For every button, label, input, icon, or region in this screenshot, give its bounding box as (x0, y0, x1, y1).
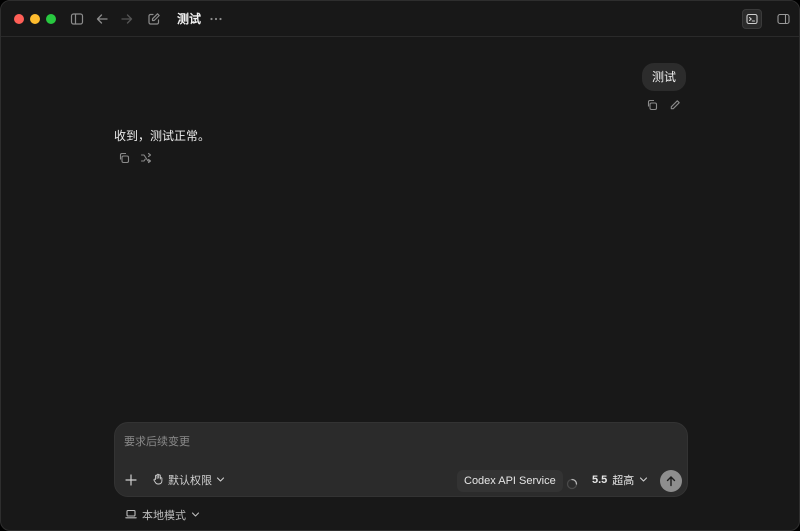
mode-label: 本地模式 (142, 509, 186, 522)
model-effort: 超高 (612, 474, 635, 487)
back-arrow-icon[interactable] (94, 11, 110, 27)
follow-up-input[interactable] (124, 431, 664, 451)
minimize-window-button[interactable] (30, 14, 40, 24)
forward-arrow-icon[interactable] (119, 11, 135, 27)
assistant-message: 收到，测试正常。 (114, 129, 211, 143)
copy-icon[interactable] (645, 98, 659, 112)
maximize-window-button[interactable] (46, 14, 56, 24)
local-mode-selector[interactable]: 本地模式 (125, 507, 200, 523)
laptop-icon (125, 508, 137, 523)
chevron-down-icon (191, 509, 200, 522)
chevron-down-icon (216, 474, 225, 487)
page-title: 测试 (177, 12, 202, 26)
service-chip[interactable]: Codex API Service (457, 470, 563, 492)
right-panel-button[interactable] (773, 9, 793, 29)
chevron-down-icon (639, 474, 648, 487)
right-panel-icon (776, 10, 790, 29)
permission-label: 默认权限 (168, 474, 212, 487)
composer: 默认权限 Codex API Service 5.5 超高 (114, 422, 688, 497)
sidebar-toggle-icon[interactable] (69, 11, 85, 27)
loading-spinner-icon (566, 475, 578, 490)
more-icon[interactable] (208, 11, 224, 27)
send-button[interactable] (660, 470, 682, 492)
model-selector[interactable]: 5.5 超高 (592, 472, 648, 488)
user-message-bubble: 测试 (641, 63, 686, 91)
titlebar: 测试 (1, 1, 799, 37)
add-attachment-button[interactable] (123, 472, 139, 488)
app-window: 测试 测试 收到，测试正常。 要求后续变更 默认权限 Codex API Ser… (0, 0, 800, 531)
compose-icon[interactable] (146, 11, 162, 27)
terminal-icon (746, 10, 758, 29)
plus-icon (125, 471, 137, 490)
fork-icon[interactable] (139, 151, 153, 165)
close-window-button[interactable] (14, 14, 24, 24)
permission-selector[interactable]: 默认权限 (152, 472, 225, 488)
edit-icon[interactable] (668, 98, 682, 112)
copy-icon[interactable] (117, 151, 131, 165)
terminal-button[interactable] (742, 9, 762, 29)
arrow-up-icon (665, 472, 677, 491)
hand-icon (152, 473, 164, 488)
model-version: 5.5 (592, 474, 608, 486)
